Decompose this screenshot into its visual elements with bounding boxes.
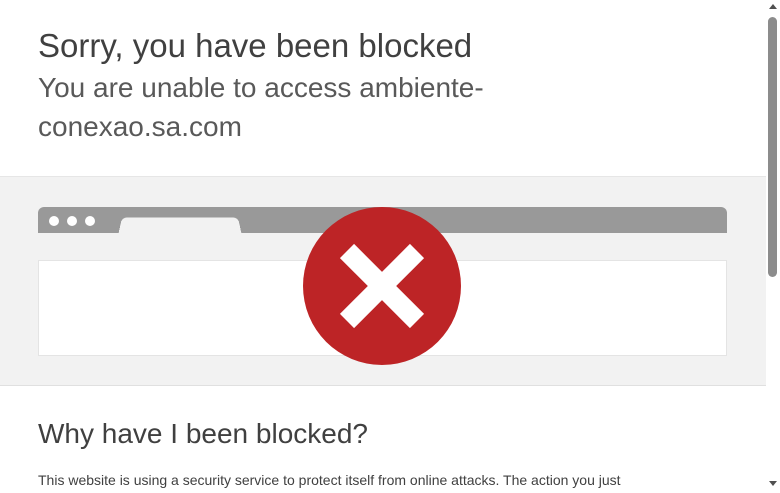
- scrollbar-thumb[interactable]: [768, 17, 777, 277]
- illustration-band: [0, 176, 766, 386]
- why-blocked-heading: Why have I been blocked?: [38, 418, 368, 449]
- page-subtitle: You are unable to access ambiente-conexa…: [38, 72, 484, 142]
- why-blocked-section: Why have I been blocked? This website is…: [0, 386, 766, 493]
- page-title: Sorry, you have been blocked: [38, 27, 473, 64]
- scroll-down-arrow-icon[interactable]: [769, 481, 777, 486]
- blocked-x-icon: [303, 207, 461, 365]
- browser-tab-shape: [118, 217, 242, 233]
- page-viewport: Sorry, you have been blocked You are una…: [0, 0, 766, 493]
- browser-dot-icon: [49, 216, 59, 226]
- header: Sorry, you have been blocked You are una…: [0, 0, 766, 176]
- browser-dot-icon: [67, 216, 77, 226]
- why-blocked-text: This website is using a security service…: [38, 472, 621, 488]
- browser-dot-icon: [85, 216, 95, 226]
- scroll-up-arrow-icon[interactable]: [769, 4, 777, 9]
- vertical-scrollbar[interactable]: [766, 0, 780, 493]
